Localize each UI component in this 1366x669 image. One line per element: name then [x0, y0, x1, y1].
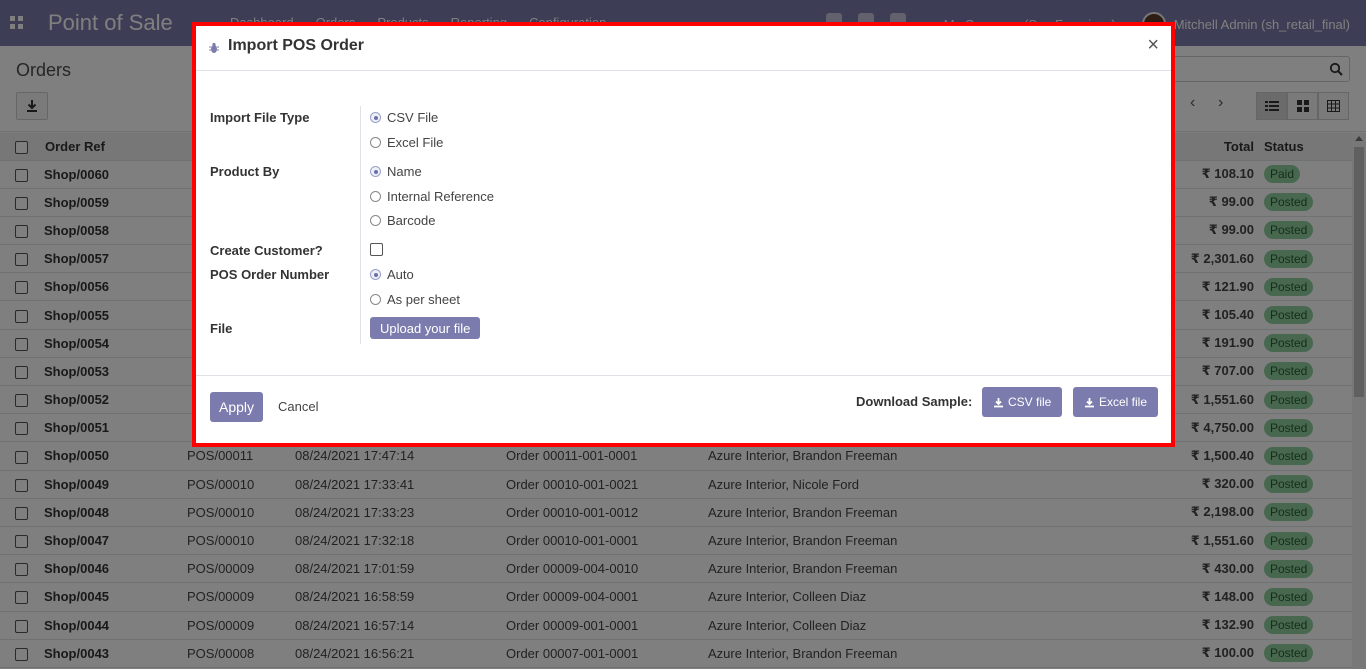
option-label: As per sheet [387, 292, 460, 307]
label-pos-order-number: POS Order Number [210, 267, 330, 282]
radio-name[interactable] [370, 166, 381, 177]
option-label: Name [387, 164, 422, 179]
download-sample-label: Download Sample: [856, 394, 973, 409]
download-icon [1085, 397, 1094, 407]
close-icon[interactable]: × [1147, 34, 1159, 57]
option-excel-file[interactable]: Excel File [370, 135, 443, 150]
button-label: CSV file [1008, 395, 1052, 409]
radio-csv-file[interactable] [370, 112, 381, 123]
radio-barcode[interactable] [370, 215, 381, 226]
option-label: Barcode [387, 213, 436, 228]
radio-excel-file[interactable] [370, 137, 381, 148]
option-as-per-sheet[interactable]: As per sheet [370, 292, 460, 307]
download-icon [994, 397, 1003, 407]
dialog-footer: Apply Cancel Download Sample: CSV file E… [196, 375, 1171, 447]
dialog-title: Import POS Order [228, 37, 365, 54]
label-create-customer: Create Customer? [210, 243, 323, 258]
create-customer-checkbox[interactable] [370, 243, 383, 256]
option-label: CSV File [387, 110, 439, 125]
form-divider [360, 106, 361, 344]
download-csv-sample-button[interactable]: CSV file [982, 387, 1063, 417]
option-label: Excel File [387, 135, 444, 150]
radio-internal-reference[interactable] [370, 191, 381, 202]
radio-auto[interactable] [370, 269, 381, 280]
option-internal-reference[interactable]: Internal Reference [370, 189, 494, 204]
import-pos-order-dialog: Import POS Order × Import File Type CSV … [192, 22, 1175, 447]
apply-button[interactable]: Apply [210, 392, 263, 422]
option-auto[interactable]: Auto [370, 267, 414, 282]
dialog-header: Import POS Order × [196, 26, 1171, 71]
label-file: File [210, 321, 233, 336]
bug-icon [209, 42, 219, 53]
option-label: Internal Reference [387, 189, 494, 204]
option-name[interactable]: Name [370, 164, 422, 179]
option-label: Auto [387, 267, 414, 282]
button-label: Excel file [1099, 395, 1148, 409]
label-product-by: Product By [210, 164, 280, 179]
upload-file-button[interactable]: Upload your file [370, 317, 481, 339]
cancel-button[interactable]: Cancel [278, 399, 318, 414]
option-barcode[interactable]: Barcode [370, 213, 435, 228]
radio-as-per-sheet[interactable] [370, 294, 381, 305]
download-excel-sample-button[interactable]: Excel file [1073, 387, 1159, 417]
option-csv-file[interactable]: CSV File [370, 110, 438, 125]
label-import-file-type: Import File Type [210, 110, 310, 125]
